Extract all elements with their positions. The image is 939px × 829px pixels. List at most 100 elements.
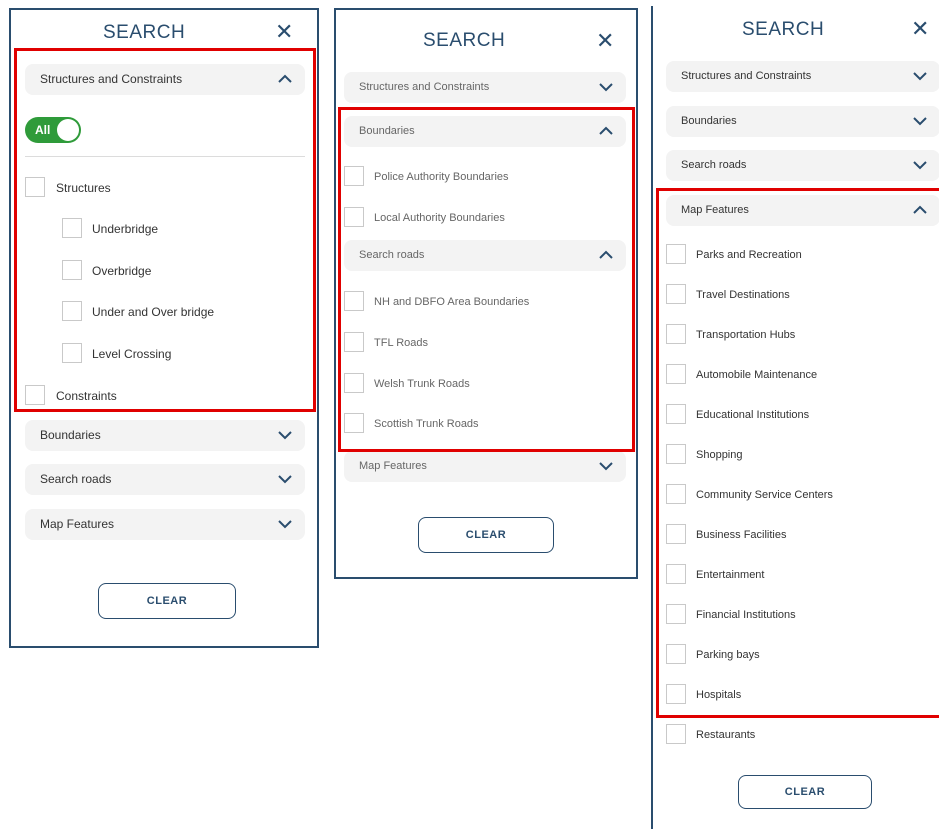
financial-checkbox[interactable] bbox=[666, 604, 686, 624]
section-label: Boundaries bbox=[359, 125, 415, 137]
section-boundaries[interactable]: Boundaries bbox=[25, 420, 305, 451]
chevron-up-icon[interactable] bbox=[598, 240, 614, 271]
section-label: Map Features bbox=[359, 460, 427, 472]
overbridge-label: Overbridge bbox=[92, 264, 152, 278]
scottish-trunk-roads-label: Scottish Trunk Roads bbox=[374, 418, 479, 430]
section-label: Map Features bbox=[681, 204, 749, 216]
chevron-down-icon[interactable] bbox=[598, 451, 614, 482]
parks-label: Parks and Recreation bbox=[696, 249, 802, 261]
chevron-down-icon[interactable] bbox=[912, 106, 928, 137]
section-label: Search roads bbox=[681, 159, 747, 171]
clear-button[interactable]: CLEAR bbox=[418, 517, 554, 553]
section-structures-and-constraints[interactable]: Structures and Constraints bbox=[666, 61, 939, 92]
scottish-trunk-roads-checkbox[interactable] bbox=[344, 413, 364, 433]
search-panel-boundaries: SEARCH ✕ Structures and Constraints Boun… bbox=[334, 8, 638, 579]
search-panel-map-features: SEARCH ✕ Structures and Constraints Boun… bbox=[651, 6, 939, 829]
clear-button[interactable]: CLEAR bbox=[738, 775, 872, 809]
structures-checkbox[interactable] bbox=[25, 177, 45, 197]
chevron-down-icon[interactable] bbox=[277, 420, 293, 451]
close-icon[interactable]: ✕ bbox=[911, 18, 929, 40]
section-map-features[interactable]: Map Features bbox=[666, 195, 939, 226]
all-toggle[interactable]: All bbox=[25, 117, 81, 143]
section-map-features[interactable]: Map Features bbox=[344, 451, 626, 482]
local-authority-checkbox[interactable] bbox=[344, 207, 364, 227]
section-label: Structures and Constraints bbox=[681, 70, 812, 82]
search-panel-structures: SEARCH ✕ Structures and Constraints All … bbox=[9, 8, 319, 648]
automobile-checkbox[interactable] bbox=[666, 364, 686, 384]
close-icon[interactable]: ✕ bbox=[596, 30, 614, 52]
shopping-label: Shopping bbox=[696, 449, 743, 461]
clear-button[interactable]: CLEAR bbox=[98, 583, 236, 619]
section-structures-and-constraints[interactable]: Structures and Constraints bbox=[344, 72, 626, 103]
chevron-up-icon[interactable] bbox=[277, 64, 293, 95]
tfl-roads-checkbox[interactable] bbox=[344, 332, 364, 352]
chevron-down-icon[interactable] bbox=[277, 464, 293, 495]
section-label: Structures and Constraints bbox=[40, 72, 183, 86]
transportation-label: Transportation Hubs bbox=[696, 329, 796, 341]
travel-label: Travel Destinations bbox=[696, 289, 790, 301]
section-boundaries[interactable]: Boundaries bbox=[666, 106, 939, 137]
chevron-down-icon[interactable] bbox=[277, 509, 293, 540]
nh-dbfo-checkbox[interactable] bbox=[344, 291, 364, 311]
panel-title: SEARCH bbox=[423, 30, 506, 51]
divider bbox=[25, 156, 305, 157]
section-label: Structures and Constraints bbox=[359, 81, 490, 93]
community-label: Community Service Centers bbox=[696, 489, 833, 501]
parking-checkbox[interactable] bbox=[666, 644, 686, 664]
transportation-checkbox[interactable] bbox=[666, 324, 686, 344]
section-search-roads[interactable]: Search roads bbox=[344, 240, 626, 271]
hospitals-checkbox[interactable] bbox=[666, 684, 686, 704]
chevron-down-icon[interactable] bbox=[598, 72, 614, 103]
underbridge-checkbox[interactable] bbox=[62, 218, 82, 238]
educational-checkbox[interactable] bbox=[666, 404, 686, 424]
section-label: Boundaries bbox=[40, 428, 101, 442]
section-label: Map Features bbox=[40, 517, 115, 531]
shopping-checkbox[interactable] bbox=[666, 444, 686, 464]
police-authority-label: Police Authority Boundaries bbox=[374, 171, 509, 183]
nh-dbfo-label: NH and DBFO Area Boundaries bbox=[374, 296, 530, 308]
constraints-checkbox[interactable] bbox=[25, 385, 45, 405]
tfl-roads-label: TFL Roads bbox=[374, 337, 429, 349]
section-label: Search roads bbox=[40, 472, 112, 486]
section-search-roads[interactable]: Search roads bbox=[25, 464, 305, 495]
toggle-label: All bbox=[35, 123, 51, 137]
under-and-over-bridge-label: Under and Over bridge bbox=[92, 305, 215, 319]
level-crossing-label: Level Crossing bbox=[92, 347, 172, 361]
educational-label: Educational Institutions bbox=[696, 409, 810, 421]
business-label: Business Facilities bbox=[696, 529, 787, 541]
restaurants-checkbox[interactable] bbox=[666, 724, 686, 744]
parks-checkbox[interactable] bbox=[666, 244, 686, 264]
panel-title: SEARCH bbox=[742, 19, 825, 40]
panel-title: SEARCH bbox=[103, 22, 186, 43]
section-label: Boundaries bbox=[681, 115, 737, 127]
toggle-knob bbox=[57, 119, 79, 141]
welsh-trunk-roads-checkbox[interactable] bbox=[344, 373, 364, 393]
automobile-label: Automobile Maintenance bbox=[696, 369, 818, 381]
underbridge-label: Underbridge bbox=[92, 222, 159, 236]
section-search-roads[interactable]: Search roads bbox=[666, 150, 939, 181]
chevron-up-icon[interactable] bbox=[598, 116, 614, 147]
community-checkbox[interactable] bbox=[666, 484, 686, 504]
under-and-over-bridge-checkbox[interactable] bbox=[62, 301, 82, 321]
section-boundaries[interactable]: Boundaries bbox=[344, 116, 626, 147]
travel-checkbox[interactable] bbox=[666, 284, 686, 304]
local-authority-label: Local Authority Boundaries bbox=[374, 212, 505, 224]
section-map-features[interactable]: Map Features bbox=[25, 509, 305, 540]
welsh-trunk-roads-label: Welsh Trunk Roads bbox=[374, 378, 470, 390]
chevron-down-icon[interactable] bbox=[912, 61, 928, 92]
business-checkbox[interactable] bbox=[666, 524, 686, 544]
chevron-up-icon[interactable] bbox=[912, 195, 928, 226]
close-icon[interactable]: ✕ bbox=[275, 21, 293, 43]
structures-label: Structures bbox=[56, 181, 111, 195]
hospitals-label: Hospitals bbox=[696, 689, 742, 701]
entertainment-label: Entertainment bbox=[696, 569, 765, 581]
section-label: Search roads bbox=[359, 249, 425, 261]
overbridge-checkbox[interactable] bbox=[62, 260, 82, 280]
entertainment-checkbox[interactable] bbox=[666, 564, 686, 584]
chevron-down-icon[interactable] bbox=[912, 150, 928, 181]
constraints-label: Constraints bbox=[56, 389, 117, 403]
section-structures-and-constraints[interactable]: Structures and Constraints bbox=[25, 64, 305, 95]
police-authority-checkbox[interactable] bbox=[344, 166, 364, 186]
parking-label: Parking bays bbox=[696, 649, 760, 661]
level-crossing-checkbox[interactable] bbox=[62, 343, 82, 363]
